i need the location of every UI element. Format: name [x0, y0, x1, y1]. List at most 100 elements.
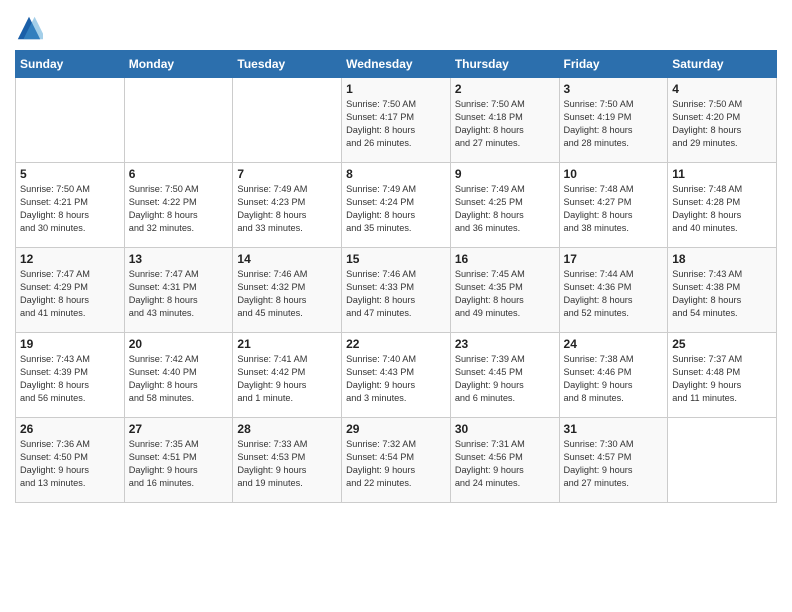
day-cell: 27Sunrise: 7:35 AM Sunset: 4:51 PM Dayli…: [124, 418, 233, 503]
logo: [15, 14, 45, 42]
logo-icon: [15, 14, 43, 42]
day-cell: 26 Sunrise: 7:36 AM Sunset: 4:50 PM Dayli…: [16, 418, 125, 503]
week-row-4: 19 Sunrise: 7:43 AM Sunset: 4:39 PM Dayli…: [16, 333, 777, 418]
day-info: Sunrise: 7:40 AM Sunset: 4:43 PM Dayligh…: [346, 353, 446, 405]
day-info: Sunrise: 7:49 AM Sunset: 4:24 PM Dayligh…: [346, 183, 446, 235]
day-info: Sunrise: 7:50 AM Sunset: 4:17 PM Dayligh…: [346, 98, 446, 150]
day-info: Sunrise: 7:43 AM Sunset: 4:38 PM Dayligh…: [672, 268, 772, 320]
day-cell: 30Sunrise: 7:31 AM Sunset: 4:56 PM Dayli…: [450, 418, 559, 503]
day-info: Sunrise: 7:48 AM Sunset: 4:27 PM Dayligh…: [564, 183, 664, 235]
day-info: Sunrise: 7:42 AM Sunset: 4:40 PM Dayligh…: [129, 353, 229, 405]
day-number: 31: [564, 422, 664, 436]
header-cell-wednesday: Wednesday: [342, 51, 451, 78]
day-number: 3: [564, 82, 664, 96]
day-number: 9: [455, 167, 555, 181]
day-cell: 31 Sunrise: 7:30 AM Sunset: 4:57 PM Dayli…: [559, 418, 668, 503]
day-info: Sunrise: 7:36 AM Sunset: 4:50 PM Dayligh…: [20, 438, 120, 490]
day-number: 17: [564, 252, 664, 266]
day-info: Sunrise: 7:49 AM Sunset: 4:23 PM Dayligh…: [237, 183, 337, 235]
day-number: 15: [346, 252, 446, 266]
day-cell: 6 Sunrise: 7:50 AM Sunset: 4:22 PM Daylig…: [124, 163, 233, 248]
day-cell: 22 Sunrise: 7:40 AM Sunset: 4:43 PM Dayli…: [342, 333, 451, 418]
day-cell: 25 Sunrise: 7:37 AM Sunset: 4:48 PM Dayli…: [668, 333, 777, 418]
day-number: 19: [20, 337, 120, 351]
day-number: 21: [237, 337, 337, 351]
day-info: Sunrise: 7:31 AM Sunset: 4:56 PM Dayligh…: [455, 438, 555, 490]
day-number: 4: [672, 82, 772, 96]
day-cell: 1Sunrise: 7:50 AM Sunset: 4:17 PM Daylig…: [342, 78, 451, 163]
day-cell: 23 Sunrise: 7:39 AM Sunset: 4:45 PM Dayli…: [450, 333, 559, 418]
day-number: 13: [129, 252, 229, 266]
header-cell-monday: Monday: [124, 51, 233, 78]
day-info: Sunrise: 7:38 AM Sunset: 4:46 PM Dayligh…: [564, 353, 664, 405]
day-cell: 7 Sunrise: 7:49 AM Sunset: 4:23 PM Daylig…: [233, 163, 342, 248]
day-info: Sunrise: 7:41 AM Sunset: 4:42 PM Dayligh…: [237, 353, 337, 405]
day-info: Sunrise: 7:32 AM Sunset: 4:54 PM Dayligh…: [346, 438, 446, 490]
day-number: 22: [346, 337, 446, 351]
day-info: Sunrise: 7:45 AM Sunset: 4:35 PM Dayligh…: [455, 268, 555, 320]
week-row-1: 1Sunrise: 7:50 AM Sunset: 4:17 PM Daylig…: [16, 78, 777, 163]
day-cell: 10 Sunrise: 7:48 AM Sunset: 4:27 PM Dayli…: [559, 163, 668, 248]
day-cell: 3Sunrise: 7:50 AM Sunset: 4:19 PM Daylig…: [559, 78, 668, 163]
header-cell-sunday: Sunday: [16, 51, 125, 78]
day-cell: [124, 78, 233, 163]
day-info: Sunrise: 7:50 AM Sunset: 4:21 PM Dayligh…: [20, 183, 120, 235]
day-number: 25: [672, 337, 772, 351]
week-row-2: 5 Sunrise: 7:50 AM Sunset: 4:21 PM Daylig…: [16, 163, 777, 248]
day-cell: 20Sunrise: 7:42 AM Sunset: 4:40 PM Dayli…: [124, 333, 233, 418]
day-info: Sunrise: 7:43 AM Sunset: 4:39 PM Dayligh…: [20, 353, 120, 405]
day-number: 5: [20, 167, 120, 181]
day-cell: 5 Sunrise: 7:50 AM Sunset: 4:21 PM Daylig…: [16, 163, 125, 248]
day-cell: [233, 78, 342, 163]
day-info: Sunrise: 7:35 AM Sunset: 4:51 PM Dayligh…: [129, 438, 229, 490]
day-number: 10: [564, 167, 664, 181]
day-cell: 18Sunrise: 7:43 AM Sunset: 4:38 PM Dayli…: [668, 248, 777, 333]
header-cell-thursday: Thursday: [450, 51, 559, 78]
day-cell: 9Sunrise: 7:49 AM Sunset: 4:25 PM Daylig…: [450, 163, 559, 248]
day-info: Sunrise: 7:50 AM Sunset: 4:22 PM Dayligh…: [129, 183, 229, 235]
calendar-body: 1Sunrise: 7:50 AM Sunset: 4:17 PM Daylig…: [16, 78, 777, 503]
day-number: 2: [455, 82, 555, 96]
day-cell: 11 Sunrise: 7:48 AM Sunset: 4:28 PM Dayli…: [668, 163, 777, 248]
week-row-5: 26 Sunrise: 7:36 AM Sunset: 4:50 PM Dayli…: [16, 418, 777, 503]
day-cell: 17 Sunrise: 7:44 AM Sunset: 4:36 PM Dayli…: [559, 248, 668, 333]
header-cell-tuesday: Tuesday: [233, 51, 342, 78]
day-info: Sunrise: 7:50 AM Sunset: 4:20 PM Dayligh…: [672, 98, 772, 150]
day-number: 6: [129, 167, 229, 181]
day-info: Sunrise: 7:37 AM Sunset: 4:48 PM Dayligh…: [672, 353, 772, 405]
day-cell: 12 Sunrise: 7:47 AM Sunset: 4:29 PM Dayli…: [16, 248, 125, 333]
day-cell: 28Sunrise: 7:33 AM Sunset: 4:53 PM Dayli…: [233, 418, 342, 503]
day-cell: 2 Sunrise: 7:50 AM Sunset: 4:18 PM Daylig…: [450, 78, 559, 163]
day-number: 7: [237, 167, 337, 181]
day-cell: 15Sunrise: 7:46 AM Sunset: 4:33 PM Dayli…: [342, 248, 451, 333]
header-row: SundayMondayTuesdayWednesdayThursdayFrid…: [16, 51, 777, 78]
day-info: Sunrise: 7:50 AM Sunset: 4:18 PM Dayligh…: [455, 98, 555, 150]
day-cell: 16Sunrise: 7:45 AM Sunset: 4:35 PM Dayli…: [450, 248, 559, 333]
day-info: Sunrise: 7:47 AM Sunset: 4:29 PM Dayligh…: [20, 268, 120, 320]
day-info: Sunrise: 7:44 AM Sunset: 4:36 PM Dayligh…: [564, 268, 664, 320]
day-number: 26: [20, 422, 120, 436]
day-info: Sunrise: 7:46 AM Sunset: 4:32 PM Dayligh…: [237, 268, 337, 320]
day-number: 14: [237, 252, 337, 266]
week-row-3: 12 Sunrise: 7:47 AM Sunset: 4:29 PM Dayli…: [16, 248, 777, 333]
day-info: Sunrise: 7:30 AM Sunset: 4:57 PM Dayligh…: [564, 438, 664, 490]
day-cell: 19 Sunrise: 7:43 AM Sunset: 4:39 PM Dayli…: [16, 333, 125, 418]
header-cell-friday: Friday: [559, 51, 668, 78]
day-cell: 13Sunrise: 7:47 AM Sunset: 4:31 PM Dayli…: [124, 248, 233, 333]
day-number: 29: [346, 422, 446, 436]
day-number: 8: [346, 167, 446, 181]
day-number: 11: [672, 167, 772, 181]
header-cell-saturday: Saturday: [668, 51, 777, 78]
day-info: Sunrise: 7:39 AM Sunset: 4:45 PM Dayligh…: [455, 353, 555, 405]
day-cell: 4 Sunrise: 7:50 AM Sunset: 4:20 PM Daylig…: [668, 78, 777, 163]
day-cell: 8 Sunrise: 7:49 AM Sunset: 4:24 PM Daylig…: [342, 163, 451, 248]
calendar-header: SundayMondayTuesdayWednesdayThursdayFrid…: [16, 51, 777, 78]
day-cell: [16, 78, 125, 163]
day-info: Sunrise: 7:48 AM Sunset: 4:28 PM Dayligh…: [672, 183, 772, 235]
day-cell: [668, 418, 777, 503]
day-info: Sunrise: 7:33 AM Sunset: 4:53 PM Dayligh…: [237, 438, 337, 490]
calendar-table: SundayMondayTuesdayWednesdayThursdayFrid…: [15, 50, 777, 503]
day-cell: 21 Sunrise: 7:41 AM Sunset: 4:42 PM Dayli…: [233, 333, 342, 418]
day-number: 23: [455, 337, 555, 351]
day-number: 12: [20, 252, 120, 266]
